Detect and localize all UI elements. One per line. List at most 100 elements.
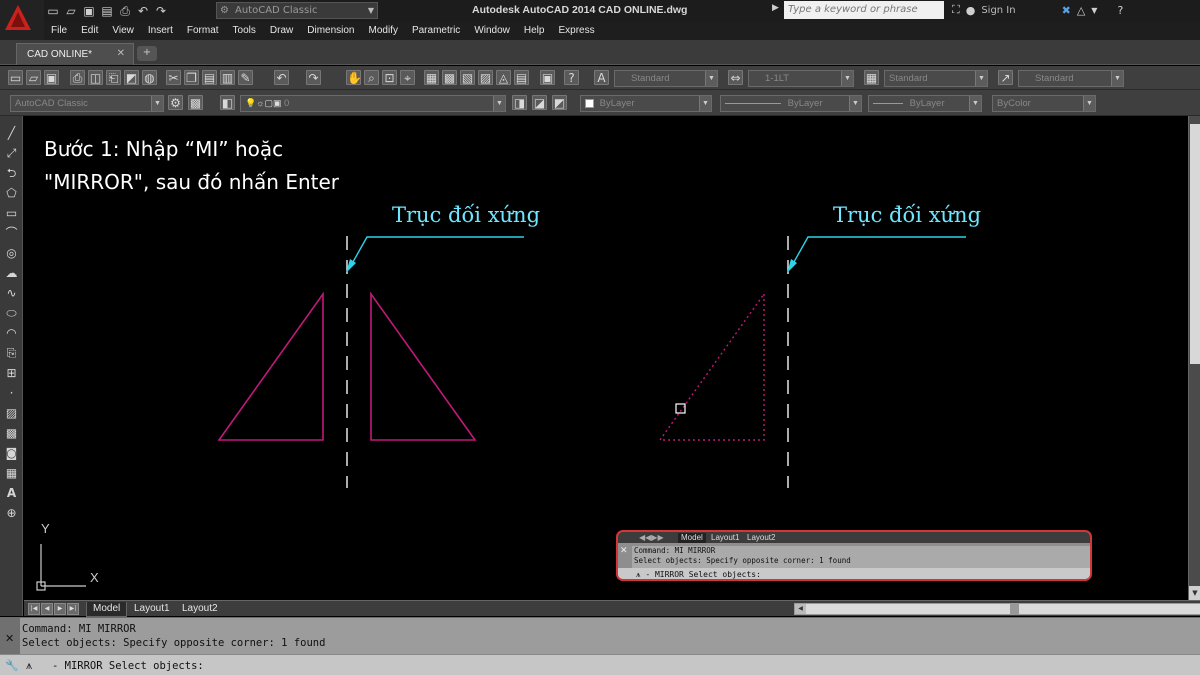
markup-icon[interactable]: ◬ [496,70,511,85]
menu-modify[interactable]: Modify [362,22,405,40]
application-menu-button[interactable] [0,0,44,40]
menu-dimension[interactable]: Dimension [300,22,361,40]
layer-previous-icon[interactable]: ◪ [532,95,547,110]
region-icon[interactable]: ◙ [4,446,19,461]
menu-edit[interactable]: Edit [74,22,105,40]
construction-line-icon[interactable]: ⤢ [4,146,19,161]
user-icon[interactable]: ● [966,4,976,17]
line-icon[interactable]: ╱ [4,126,19,141]
scroll-left-arrow-icon[interactable]: ◀ [795,604,806,614]
polygon-icon[interactable]: ⬠ [4,186,19,201]
print-icon[interactable]: ⎙ [118,4,132,18]
text-style-icon[interactable]: A [594,70,609,85]
next-layout-icon[interactable]: ▶ [54,603,66,615]
open-folder-icon[interactable]: ▱ [64,4,78,18]
quickcalc-icon[interactable]: ▤ [514,70,529,85]
multiline-text-icon[interactable]: A [4,486,19,501]
help-icon[interactable]: ? [564,70,579,85]
arc-icon[interactable]: ⌒ [4,226,19,241]
tab-model[interactable]: Model [86,602,128,617]
new-file-icon[interactable]: ▭ [46,4,60,18]
binoculars-icon[interactable]: ⛶ [952,3,960,17]
insert-block-icon[interactable]: ⎘ [4,346,19,361]
workspace-settings-icon[interactable]: ⚙ [168,95,183,110]
save-as-icon[interactable]: ▤ [100,4,114,18]
save-icon[interactable]: ▣ [82,4,96,18]
pan-icon[interactable]: ✋ [346,70,362,85]
new-tab-button[interactable]: + [137,46,157,61]
open-icon[interactable]: ▱ [26,70,41,85]
gradient-icon[interactable]: ▩ [4,426,19,441]
tab-layout1[interactable]: Layout1 [128,602,176,617]
text-style-select[interactable]: Standard ▼ [614,70,718,87]
copy-icon[interactable]: ❐ [184,70,199,85]
redo-icon[interactable]: ↷ [306,70,321,85]
drawing-canvas[interactable]: Bước 1: Nhập “MI” hoặc "MIRROR", sau đó … [24,116,1188,600]
workspace-select[interactable]: AutoCAD Classic ▼ [10,95,164,112]
redo-icon[interactable]: ↷ [154,4,168,18]
rectangle-icon[interactable]: ▭ [4,206,19,221]
undo-icon[interactable]: ↶ [136,4,150,18]
document-tab[interactable]: CAD ONLINE* ✕ [16,43,134,65]
horizontal-scroll-thumb[interactable] [1010,604,1019,614]
new-icon[interactable]: ▭ [8,70,23,85]
paste-special-icon[interactable]: ▥ [220,70,235,85]
help-icon[interactable]: ? [1117,4,1123,17]
make-block-icon[interactable]: ⊞ [4,366,19,381]
menu-insert[interactable]: Insert [141,22,180,40]
close-icon[interactable]: ✕ [117,48,125,59]
layer-properties-icon[interactable]: ◧ [220,95,235,110]
zoom-realtime-icon[interactable]: ⌕ [364,70,379,85]
menu-window[interactable]: Window [467,22,517,40]
tab-layout2[interactable]: Layout2 [176,602,224,617]
a360-icon[interactable]: △ [1077,4,1085,17]
menu-express[interactable]: Express [551,22,601,40]
wrench-icon[interactable]: 🔧 [5,659,19,672]
dim-style-icon[interactable]: ⇔ [728,70,743,85]
polyline-icon[interactable]: ⮌ [4,166,19,181]
sheet-set-icon[interactable]: ▨ [478,70,493,85]
cut-icon[interactable]: ✂ [166,70,181,85]
undo-icon[interactable]: ↶ [274,70,289,85]
search-input[interactable]: Type a keyword or phrase [784,1,944,19]
customize-icon[interactable]: ▩ [188,95,203,110]
design-center-icon[interactable]: ▩ [442,70,457,85]
zoom-previous-icon[interactable]: ⌖ [400,70,415,85]
dim-style-select[interactable]: 1-1LT ▼ [748,70,854,87]
table-style-icon[interactable]: ▦ [864,70,879,85]
exchange-apps-icon[interactable]: ✖ [1062,4,1071,17]
match-properties-icon[interactable]: ✎ [238,70,253,85]
search-expand-icon[interactable]: ▶ [772,3,779,13]
command-input[interactable]: - MIRROR Select objects: [0,654,1200,675]
circle-icon[interactable]: ◎ [4,246,19,261]
plot-style-select[interactable]: ByColor ▼ [992,95,1096,112]
plot-icon[interactable]: ⎙ [70,70,85,85]
point-icon[interactable]: · [4,386,19,401]
layer-select[interactable]: 💡☼▢▣ 0 ▼ [240,95,506,112]
spline-icon[interactable]: ∿ [4,286,19,301]
properties-icon[interactable]: ▦ [424,70,439,85]
layer-walk-icon[interactable]: ◩ [552,95,567,110]
ellipse-icon[interactable]: ⬭ [4,306,19,321]
plot-preview-icon[interactable]: ◫ [88,70,103,85]
horizontal-scrollbar[interactable]: ◀ [794,603,1200,615]
menu-draw[interactable]: Draw [263,22,300,40]
menu-help[interactable]: Help [517,22,552,40]
zoom-window-icon[interactable]: ⊡ [382,70,397,85]
3d-dwf-icon[interactable]: ◩ [124,70,139,85]
calculator-icon[interactable]: ▣ [540,70,555,85]
last-layout-icon[interactable]: ▶| [67,603,79,615]
linetype-select[interactable]: ByLayer ▼ [720,95,862,112]
close-icon[interactable]: ✕ [5,632,14,645]
hatch-icon[interactable]: ▨ [4,406,19,421]
vertical-scroll-thumb[interactable] [1190,124,1200,364]
menu-view[interactable]: View [105,22,141,40]
paste-icon[interactable]: ▤ [202,70,217,85]
publish-icon[interactable]: ⎗ [106,70,121,85]
menu-file[interactable]: File [44,22,74,40]
tool-palettes-icon[interactable]: ▧ [460,70,475,85]
prev-layout-icon[interactable]: ◀ [41,603,53,615]
chevron-down-icon[interactable]: ▼ [1091,6,1097,15]
multileader-style-select[interactable]: Standard ▼ [1018,70,1124,87]
table-style-select[interactable]: Standard ▼ [884,70,988,87]
